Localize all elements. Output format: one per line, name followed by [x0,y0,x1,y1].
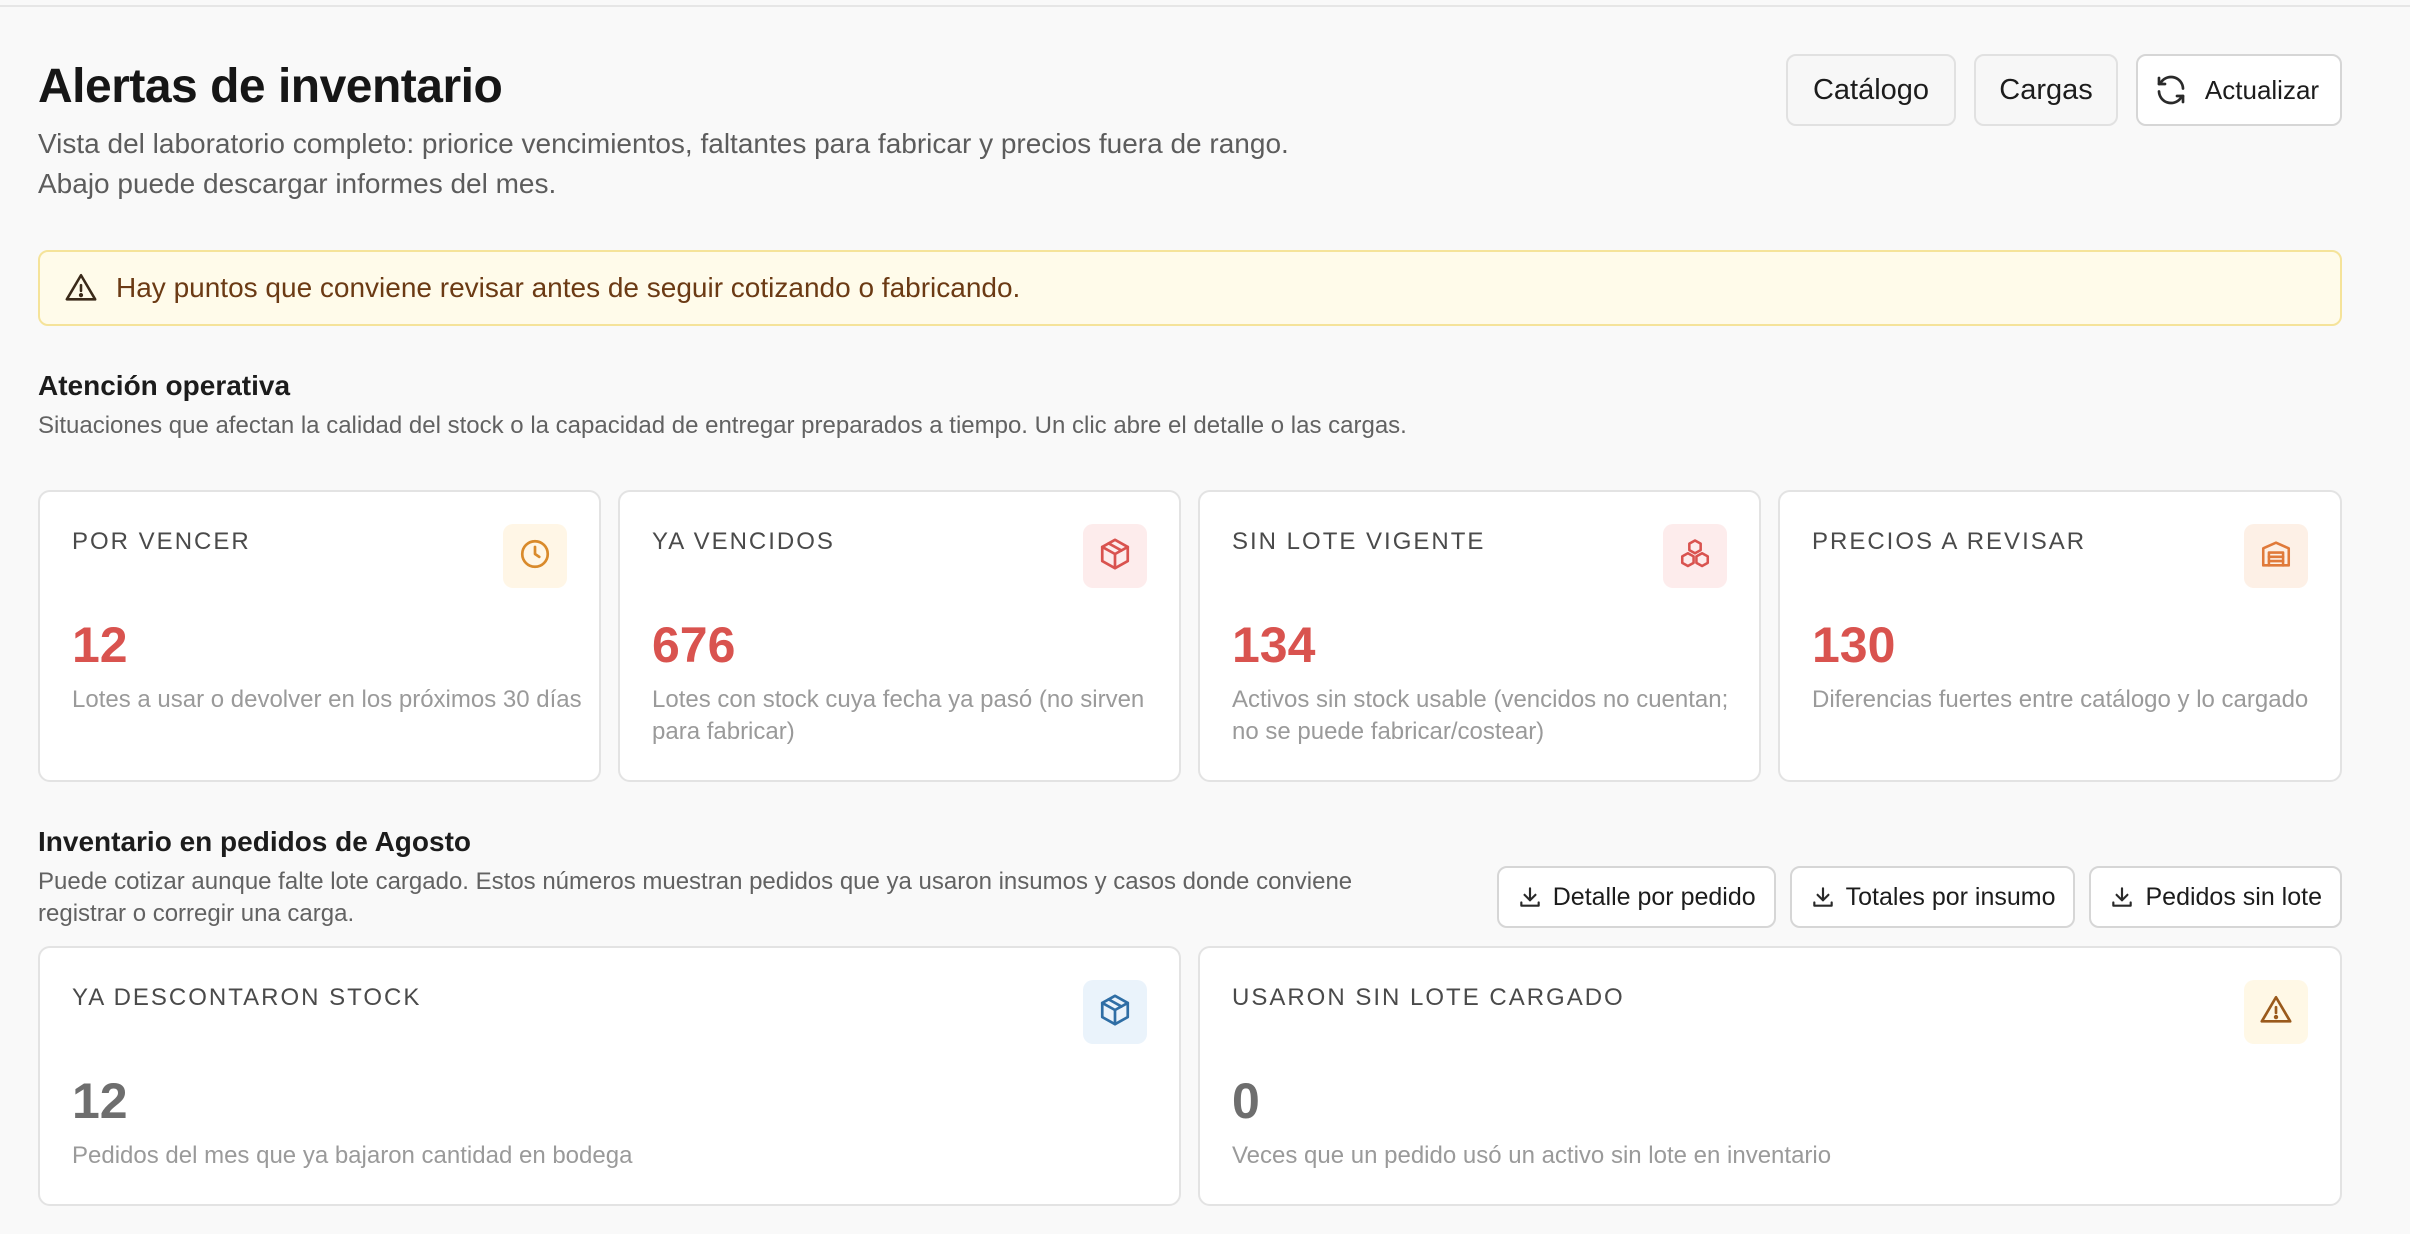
card-description: Activos sin stock usable (vencidos no cu… [1232,686,1729,745]
download-button-label: Pedidos sin lote [2145,882,2322,911]
header-actions: Catálogo Cargas Actualizar [1786,54,2342,126]
page-subtitle-line-2: Abajo puede descargar informes del mes. [38,168,557,199]
operational-section-description: Situaciones que afectan la calidad del s… [38,412,1407,439]
card-badge [1083,980,1147,1044]
card-ya-vencidos[interactable]: YA VENCIDOS 676 Lotes con stock cuya fec… [618,490,1181,782]
download-icon [2109,884,2135,910]
download-orders-without-lot-button[interactable]: Pedidos sin lote [2089,866,2342,928]
download-icon [1810,884,1836,910]
download-button-label: Totales por insumo [1845,882,2056,911]
orders-section-title: Inventario en pedidos de Agosto [38,826,472,857]
operational-section-title: Atención operativa [38,370,291,401]
download-button-label: Detalle por pedido [1552,882,1756,911]
warehouse-icon [2259,537,2293,576]
card-value: 676 [652,617,736,673]
package-icon [1098,537,1132,576]
alert-text: Hay puntos que conviene revisar antes de… [116,272,1021,303]
loads-button[interactable]: Cargas [1974,54,2118,126]
card-value: 0 [1232,1073,1260,1129]
card-value: 134 [1232,617,1316,673]
card-sin-lote-vigente[interactable]: SIN LOTE VIGENTE 134 Activos sin stock u… [1198,490,1761,782]
page-subtitle: Vista del laboratorio completo: priorice… [38,124,1438,204]
page-subtitle-line-1: Vista del laboratorio completo: priorice… [38,128,1289,159]
warning-icon [64,271,98,305]
card-por-vencer[interactable]: POR VENCER 12 Lotes a usar o devolver en… [38,490,601,782]
card-badge [2244,524,2308,588]
page-header: Alertas de inventario Vista del laborato… [38,54,2342,208]
card-label: SIN LOTE VIGENTE [1232,528,1486,555]
orders-section-description: Puede cotizar aunque falte lote cargado.… [38,868,1353,927]
card-value: 12 [72,1073,128,1129]
card-badge [2244,980,2308,1044]
card-label: USARON SIN LOTE CARGADO [1232,984,1625,1011]
card-value: 130 [1812,617,1896,673]
download-detail-by-order-button[interactable]: Detalle por pedido [1496,866,1776,928]
card-badge [1083,524,1147,588]
card-description: Veces que un pedido usó un activo sin lo… [1232,1142,1832,1169]
card-description: Lotes con stock cuya fecha ya pasó (no s… [652,686,1145,745]
review-alert-banner: Hay puntos que conviene revisar antes de… [38,250,2342,326]
refresh-icon [2153,72,2189,108]
card-label: YA DESCONTARON STOCK [72,984,422,1011]
catalog-button[interactable]: Catálogo [1786,54,1956,126]
boxes-icon [1678,537,1712,576]
card-precios-a-revisar[interactable]: PRECIOS A REVISAR 130 Diferencias fuerte… [1778,490,2342,782]
refresh-button[interactable]: Actualizar [2136,54,2342,126]
card-badge [1663,524,1727,588]
clock-icon [518,537,552,576]
refresh-button-label: Actualizar [2204,74,2320,105]
card-description: Diferencias fuertes entre catálogo y lo … [1812,686,2309,713]
package-icon [1098,993,1132,1032]
card-description: Pedidos del mes que ya bajaron cantidad … [72,1142,633,1169]
card-label: YA VENCIDOS [652,528,835,555]
card-badge [503,524,567,588]
warning-icon [2259,993,2293,1032]
download-actions: Detalle por pedido Totales por insumo Pe… [1496,866,2342,928]
card-description: Lotes a usar o devolver en los próximos … [72,686,582,713]
page-title: Alertas de inventario [38,60,503,113]
download-icon [1517,884,1543,910]
card-usaron-sin-lote-cargado[interactable]: USARON SIN LOTE CARGADO 0 Veces que un p… [1198,946,2342,1206]
card-value: 12 [72,617,128,673]
inventory-alerts-page: Alertas de inventario Vista del laborato… [38,0,2342,1234]
download-totals-by-supply-button[interactable]: Totales por insumo [1789,866,2076,928]
card-ya-descontaron-stock[interactable]: YA DESCONTARON STOCK 12 Pedidos del mes … [38,946,1181,1206]
card-label: POR VENCER [72,528,251,555]
card-label: PRECIOS A REVISAR [1812,528,2087,555]
